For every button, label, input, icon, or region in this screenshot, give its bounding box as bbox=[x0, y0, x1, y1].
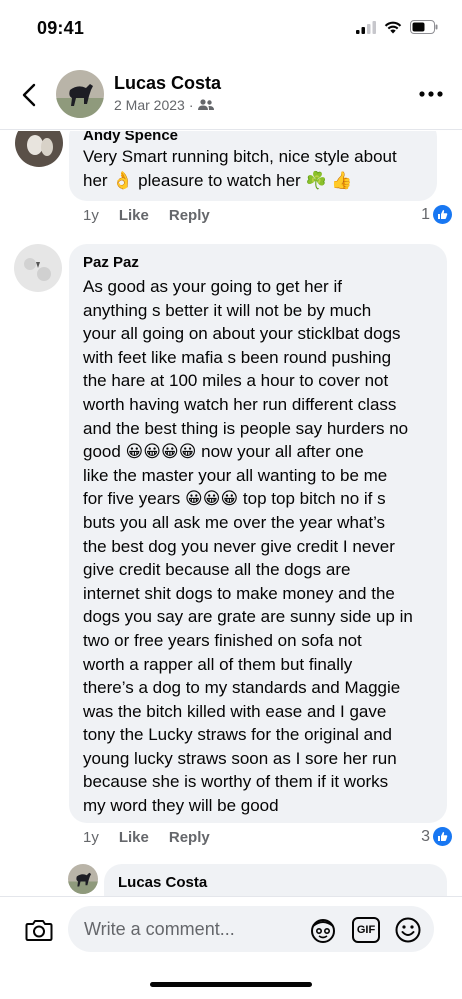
chevron-left-icon bbox=[22, 83, 36, 107]
comment-line: for five years 😀😀😀 top top bitch no if s bbox=[83, 489, 386, 509]
comment-line: your all going on about your sticklbat d… bbox=[83, 324, 401, 344]
comment-line: young lucky straws soon as I sore her ru… bbox=[83, 748, 397, 768]
comment-author[interactable]: Paz Paz bbox=[83, 254, 447, 272]
comment-line: was the bitch killed with ease and I gav… bbox=[83, 701, 387, 721]
avatar[interactable] bbox=[68, 864, 98, 894]
comment-line: worth having watch her run different cla… bbox=[83, 394, 397, 414]
like-reaction-icon bbox=[433, 827, 452, 846]
reply-button[interactable]: Reply bbox=[169, 207, 210, 224]
comment-line: two or free years finished on sofa not bbox=[83, 630, 362, 650]
comment-line: the hare at 100 miles a hour to cover no… bbox=[83, 371, 389, 391]
comment-line: As good as your going to get her if bbox=[83, 277, 342, 296]
signal-icon bbox=[356, 20, 376, 34]
comment-time: 1y bbox=[83, 829, 99, 846]
post-meta: 2 Mar 2023 · bbox=[114, 97, 214, 113]
camera-button[interactable] bbox=[22, 913, 56, 947]
comment-line: the best dog you never give credit I nev… bbox=[83, 536, 395, 556]
comment-input-placeholder: Write a comment... bbox=[84, 918, 235, 939]
home-indicator bbox=[150, 982, 312, 987]
comment-line: anything s better it will not be by much bbox=[83, 300, 372, 320]
comment-line: internet shit dogs to make money and the bbox=[83, 583, 395, 603]
more-icon bbox=[419, 91, 443, 97]
meta-separator: · bbox=[188, 97, 194, 113]
back-button[interactable] bbox=[14, 78, 44, 112]
battery-icon bbox=[410, 20, 438, 34]
comment-line: her 👌 pleasure to watch her ☘️ 👍 bbox=[83, 170, 353, 190]
like-button[interactable]: Like bbox=[119, 829, 149, 846]
reaction-count: 1 bbox=[421, 205, 430, 223]
dog-photo-icon bbox=[56, 70, 104, 118]
more-options-button[interactable] bbox=[416, 82, 446, 106]
comment-line: worth a rapper all of them but finally bbox=[83, 654, 353, 674]
avatar[interactable] bbox=[14, 244, 62, 292]
comment-composer: Write a comment... GIF bbox=[0, 896, 462, 999]
comment-bubble[interactable]: Paz Paz As good as your going to get her… bbox=[69, 244, 447, 823]
avatar[interactable] bbox=[15, 131, 63, 167]
comment-line: my word they will be good bbox=[83, 796, 279, 816]
comment-actions: 1y Like Reply bbox=[83, 207, 230, 224]
comment-line: tony the Lucky straws for the original a… bbox=[83, 725, 392, 745]
comment-line: buts you all ask me over the year what’s bbox=[83, 512, 386, 532]
avatar-sticker-icon[interactable] bbox=[308, 916, 338, 944]
gif-label: GIF bbox=[356, 924, 376, 936]
post-header: Lucas Costa 2 Mar 2023 · bbox=[0, 60, 462, 130]
reaction-summary[interactable]: 1 bbox=[421, 205, 452, 224]
comment-line: good 😀😀😀😀 now your all after one bbox=[83, 442, 364, 462]
gif-button[interactable]: GIF bbox=[352, 917, 380, 943]
status-icons bbox=[356, 20, 438, 34]
reply-button[interactable]: Reply bbox=[169, 829, 210, 846]
emoji-icon[interactable] bbox=[394, 916, 422, 944]
comment-line: because she is worthy of them if it work… bbox=[83, 772, 389, 792]
dog-photo-icon bbox=[68, 864, 98, 894]
post-author-name[interactable]: Lucas Costa bbox=[114, 73, 221, 94]
like-button[interactable]: Like bbox=[119, 207, 149, 224]
reaction-summary[interactable]: 3 bbox=[421, 827, 452, 846]
reaction-count: 3 bbox=[421, 827, 430, 845]
comment-line: give credit because all the dogs are bbox=[83, 560, 351, 580]
comment-author[interactable]: Andy Spence bbox=[83, 131, 437, 145]
comment-line: with feet like mafia s been round pushin… bbox=[83, 347, 392, 367]
comments-feed[interactable]: Andy Spence Very Smart running bitch, ni… bbox=[0, 131, 462, 896]
profile-photo-icon bbox=[14, 244, 62, 292]
comment-author[interactable]: Lucas Costa bbox=[118, 874, 447, 892]
profile-photo-icon bbox=[15, 131, 63, 167]
comment-bubble[interactable]: Andy Spence Very Smart running bitch, ni… bbox=[69, 131, 437, 201]
like-reaction-icon bbox=[433, 205, 452, 224]
comment-line: Very Smart running bitch, nice style abo… bbox=[83, 147, 397, 166]
status-bar: 09:41 bbox=[0, 0, 462, 60]
comment-line: like the master your all wanting to be m… bbox=[83, 465, 388, 485]
friends-icon bbox=[197, 99, 214, 110]
reply-bubble[interactable]: Lucas Costa bbox=[104, 864, 447, 896]
comment-actions: 1y Like Reply bbox=[83, 829, 230, 846]
comment-line: dogs you say are grate are sunny side up… bbox=[83, 607, 413, 627]
post-date[interactable]: 2 Mar 2023 bbox=[114, 97, 185, 113]
composer-icons: GIF bbox=[308, 916, 422, 944]
wifi-icon bbox=[384, 21, 402, 33]
camera-icon bbox=[25, 920, 53, 941]
comment-line: and the best thing is people say hurders… bbox=[83, 418, 409, 438]
comment-time: 1y bbox=[83, 207, 99, 224]
status-time: 09:41 bbox=[37, 18, 85, 38]
avatar[interactable] bbox=[56, 70, 104, 118]
comment-line: there’s a dog to my standards and Maggie bbox=[83, 678, 401, 698]
